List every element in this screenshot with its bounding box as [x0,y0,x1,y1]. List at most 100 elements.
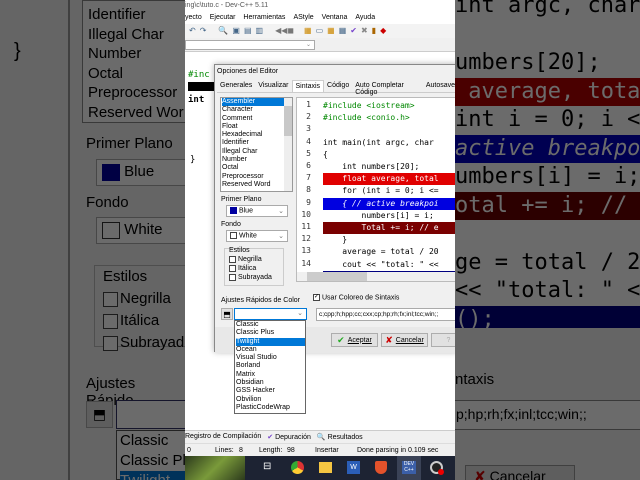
zoomed-code-line: umbers[20]; [455,50,601,75]
undo-icon[interactable]: ↶ [189,26,196,36]
check-icon[interactable]: ✔ [350,26,357,36]
bookmark-icon[interactable]: ◀◀◼ [275,26,294,36]
line-number: 4 [306,136,311,146]
preset-option[interactable]: Obvilion [236,396,305,404]
preset-option[interactable]: Matrix [236,371,305,379]
preview-scrollbar[interactable] [297,272,455,281]
close-icon[interactable]: ✖ [361,26,368,36]
menu-astyle[interactable]: AStyle [293,14,313,24]
italic-checkbox[interactable]: Itálica [229,264,283,273]
find-icon[interactable]: 🔍 [218,26,228,36]
color-preset-combo[interactable]: ⌄ [234,308,307,320]
list-item[interactable]: Float [222,123,292,131]
tab-autosave[interactable]: Autosave [423,80,455,92]
preview-line: #include <iostream> [323,101,415,110]
tab-generales[interactable]: Generales [217,80,255,92]
list-item[interactable]: Preprocessor [222,173,292,181]
background-select[interactable]: White ⌄ [226,230,288,242]
menu-ayuda[interactable]: Ayuda [355,14,375,24]
layout-icon[interactable]: ▦ [327,26,335,36]
list-item[interactable]: Character [222,106,292,114]
color-preset-dropdown[interactable]: Classic Classic Plus Twilight Ocean Visual S… [234,320,306,414]
preset-option[interactable]: Borland [236,362,305,370]
list-item[interactable]: Reserved Word [222,181,292,189]
task-view-icon[interactable]: ⊟ [263,461,271,472]
menu-bar: yecto Ejecutar Herramientas AStyle Ventana Ay… [185,12,455,24]
profile-icon[interactable]: ◆ [380,26,386,36]
menu-ejecutar[interactable]: Ejecutar [210,14,236,24]
brave-icon[interactable] [375,461,387,474]
x-icon: ✘ [385,334,393,345]
list-item[interactable]: Illegal Char [222,148,292,156]
tab-sintaxis[interactable]: Sintaxis [291,80,325,92]
list-item[interactable]: Number [222,156,292,164]
redo-icon[interactable]: ↷ [200,26,207,36]
syntax-preview: 1 #include <iostream> 2 #include <conio.h> 3… [296,97,455,282]
preset-option[interactable]: Classic [236,321,305,329]
element-list[interactable]: Assembler Character Comment Float Hexade… [220,97,293,192]
line-number: 8 [306,185,311,195]
tiles-icon[interactable]: ▦ [339,26,347,36]
tab-autocompletar[interactable]: Auto Completar Código [352,80,423,96]
use-syntax-checkbox[interactable]: ✓ Usar Coloreo de Sintaxis [313,294,399,301]
preset-option[interactable]: GSS Hacker [236,387,305,395]
list-item[interactable]: Comment [222,115,292,123]
extensions-input[interactable]: c;cpp;h;hpp;cc;cxx;cp;hp;rh;fx;inl;tcc;w… [316,308,455,321]
list-item[interactable]: Octal [222,164,292,172]
preset-option[interactable]: Ocean [236,346,305,354]
zoomed-code-line: << "total: " << [455,278,640,303]
bold-checkbox[interactable]: Negrilla [229,255,283,264]
dialog-tabs: Generales Visualizar Sintaxis Código Aut… [217,80,455,96]
tab-debug[interactable]: ✔ Depuración [267,433,311,441]
zoomed-code-line: umbers[i] = i; [455,164,640,189]
devcpp-window: ing\c\tuto.c - Dev-C++ 5.11 yecto Ejecuta… [185,0,455,480]
window-icon[interactable]: ▭ [316,26,324,36]
list-scrollbar[interactable] [284,98,292,191]
tab-visualizar[interactable]: Visualizar [255,80,291,92]
preview-line: int main(int argc, char [323,137,434,147]
replace-icon[interactable]: ▣ [232,26,240,36]
preview-line: } [323,235,348,245]
toolbar: ↶ ↷ 🔍 ▣ ▤ ▥ ◀◀◼ ▦ ▭ ▦ ▦ ✔ ✖ ▮ ◆ [185,24,455,38]
bottom-tabs: Registro de Compilación ✔ Depuración 🔍 R… [185,430,455,443]
status-bar: 0 Lines: 8 Length: 98 Insertar Done parsin… [185,443,455,456]
chart-icon[interactable]: ▮ [372,26,376,36]
devcpp-icon[interactable]: DEV C++ [402,461,416,474]
indent-icon[interactable]: ▥ [256,26,264,36]
accept-button[interactable]: ✔ Aceptar [331,333,378,347]
cancel-button[interactable]: ✘ Cancelar [381,333,428,347]
preset-option[interactable]: Visual Studio [236,354,305,362]
line-number: 14 [301,258,311,268]
class-combo[interactable]: ⌄ [185,40,315,50]
tab-compile-log[interactable]: Registro de Compilación [185,433,261,441]
preview-line: numbers[i] = i; [323,210,434,220]
line-number: 1 [306,100,311,109]
list-item[interactable]: Hexadecimal [222,131,292,139]
chrome-icon[interactable] [291,461,304,474]
tab-codigo[interactable]: Código [324,80,352,92]
menu-herramientas[interactable]: Herramientas [243,14,285,24]
zoomed-code-line: average, total [455,77,640,106]
line-number: 9 [306,197,311,207]
file-explorer-icon[interactable] [319,462,332,473]
preset-option[interactable]: PlasticCodeWrap [236,404,305,412]
obs-icon[interactable] [430,461,444,475]
help-button[interactable]: ? [431,333,455,347]
color-preset-icon[interactable]: ⬒ [221,308,233,320]
menu-proyecto[interactable]: yecto [185,14,202,24]
menu-ventana[interactable]: Ventana [322,14,348,24]
list-item[interactable]: Identifier [222,139,292,147]
tab-results[interactable]: 🔍 Resultados [317,433,363,441]
zoomed-element-list: Identifier Illegal Char Number Octal Preproc… [82,0,185,123]
preset-option[interactable]: Twilight [236,337,305,346]
goto-icon[interactable]: ▤ [244,26,252,36]
grid-icon[interactable]: ▦ [304,26,312,36]
preset-option[interactable]: Classic Plus [236,329,305,337]
window-title: ing\c\tuto.c - Dev-C++ 5.11 [185,0,455,12]
line-number: 11 [301,222,311,231]
underline-checkbox[interactable]: Subrayada [229,273,283,282]
foreground-select[interactable]: Blue ⌄ [226,205,288,217]
list-item[interactable]: Assembler [222,98,284,107]
word-icon[interactable]: W [347,461,360,474]
preset-option[interactable]: Obsidian [236,379,305,387]
